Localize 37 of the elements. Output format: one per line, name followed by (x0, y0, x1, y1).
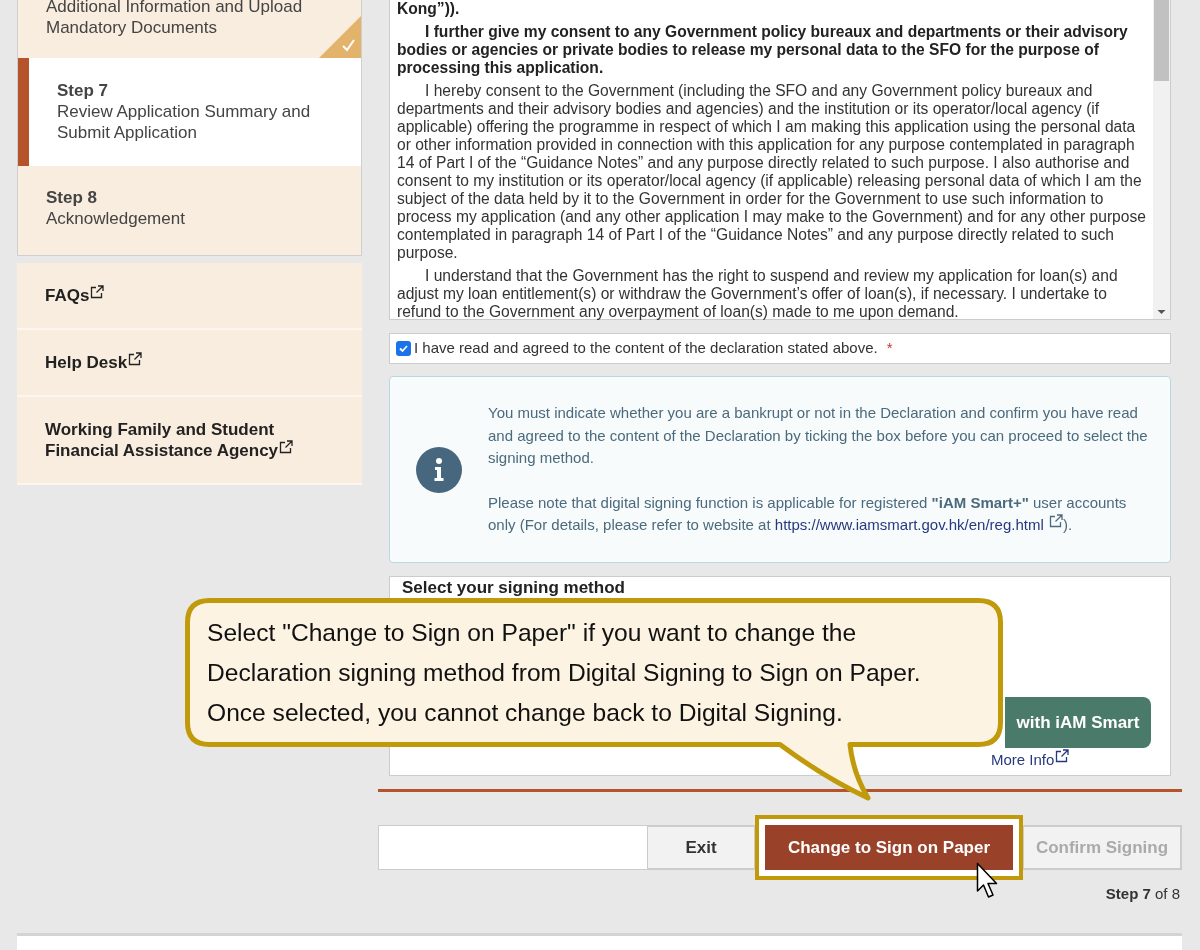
external-link-icon (1055, 749, 1070, 763)
declaration-paragraph: Kong”)). (397, 0, 461, 18)
external-link-icon (128, 352, 143, 366)
sidebar-link[interactable]: FAQs (45, 285, 105, 306)
declaration-paragraph: I hereby consent to the Government (including the SFO and any Government policy bureaux and departments and their advisory bodies and agencies) and the institution or its operator/local agency (if applicable) offering the programme in respect of which I am making this application using the personal data or other information provided in connection with this application for any purpose contemplated in paragraph 14 of Part I of the “Guidance Notes” and any purpose directly related to such purpose. I also authorise and consent to my institution or its operator/local agency (if applicable) releasing personal data of which I am the subject of the data held by it to the Government in order for the Government to use such information to process my application (and any other application I may make to the Government) and for any other purpose contemplated in paragraph 14 of Part I of the “Guidance Notes” and any purpose directly related to such purpose. (397, 82, 1147, 262)
step-item[interactable]: Step 8 Acknowledgement (18, 166, 361, 255)
declaration-paragraph: I understand that the Government has the right to suspend and review my application for loan(s) and adjust my loan entitlement(s) or withdraw the Government’s offer of loan(s), if necessary. I undertake to refund to the Government any overpayment of loan(s) made to me upon demand. (397, 267, 1119, 321)
declaration-paragraph: I further give my consent to any Government policy bureaux and departments or their advisory bodies or agencies or private bodies to release my personal data to the SFO for the purpose of processing this application. (397, 23, 1129, 77)
step-title: Review Application Summary and Submit Application (57, 101, 312, 143)
agreement-label: I have read and agreed to the content of the declaration stated above. (414, 338, 878, 359)
checkmark-icon (398, 343, 409, 354)
step-title: Additional Information and Upload Mandatory Documents (46, 0, 304, 38)
agreement-checkbox[interactable] (396, 341, 411, 356)
scrollbar-thumb[interactable] (1154, 0, 1169, 81)
external-link-icon (1048, 514, 1063, 529)
step-number: Step 8 (46, 187, 99, 208)
iamsmart-link[interactable]: https://www.iamsmart.gov.hk/en/reg.html (774, 516, 1044, 534)
scrollbar[interactable] (1153, 0, 1170, 319)
info-note: Please note that digital signing function is applicable for registered "iAM Smart+" user accounts only (For details, please refer to website at https://www.iamsmart.gov.hk/en/reg.html ). (488, 492, 1128, 536)
completed-check-icon (319, 16, 361, 58)
step-counter: Step 7 of 8 (1105, 884, 1181, 904)
external-link-icon (279, 440, 294, 454)
step-number: Step 7 (57, 80, 110, 101)
info-icon (416, 446, 462, 493)
external-link-icon (90, 285, 105, 299)
sign-on-paper-button[interactable]: Change to Sign on Paper (765, 825, 1013, 870)
iam-smart-button[interactable]: with iAM Smart (1005, 697, 1151, 748)
step-item[interactable]: Additional Information and Upload Mandatory Documents (18, 0, 361, 58)
step-title: Acknowledgement (46, 208, 186, 229)
signing-title: Select your signing method (401, 577, 626, 597)
sidebar-link[interactable]: Help Desk (45, 352, 143, 373)
required-mark: * (886, 338, 893, 359)
callout-text: Select "Change to Sign on Paper" if you want to change the Declaration signing method from Digital Signing to Sign on Paper. Once selected, you cannot change back to Digital Signing. (207, 618, 922, 728)
info-message: You must indicate whether you are a bankrupt or not in the Declaration and confirm you have read and agreed to the content of the Declaration by ticking the box before you can proceed to select the signing method. (488, 403, 1149, 469)
exit-button[interactable]: Exit (647, 826, 755, 869)
step-item[interactable]: Step 7 Review Application Summary and Submit Application (18, 58, 361, 166)
more-info-link[interactable]: More Info (991, 749, 1070, 772)
